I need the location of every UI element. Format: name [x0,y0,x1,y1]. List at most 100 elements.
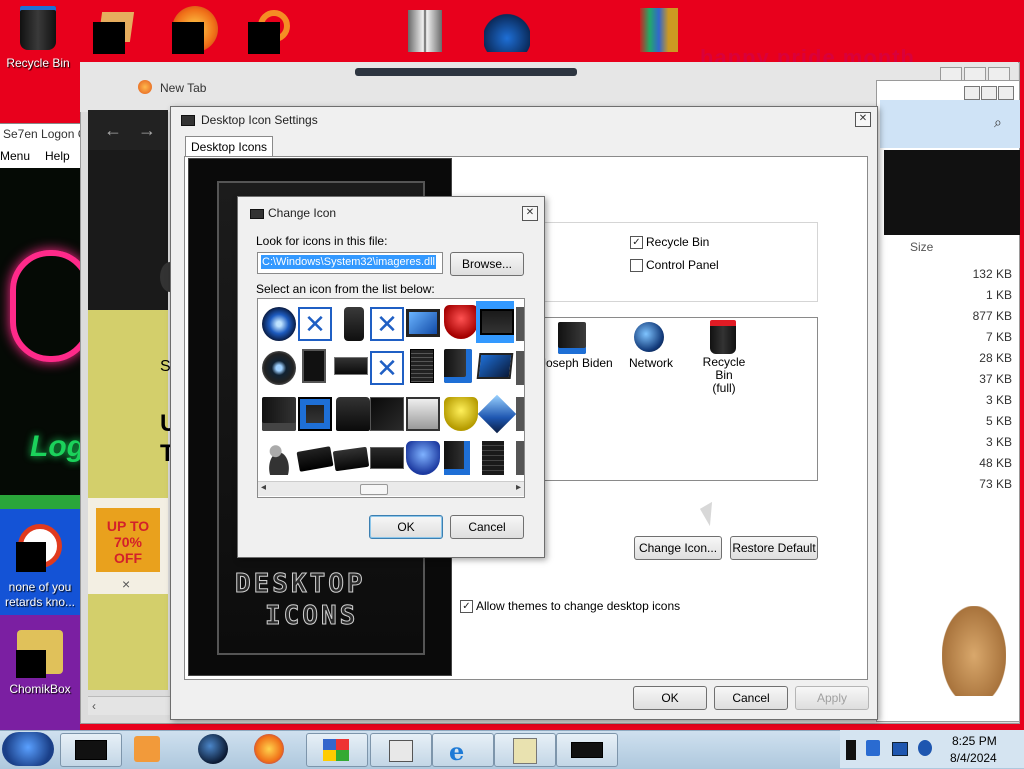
settings-apply-button[interactable]: Apply [795,686,869,710]
control-panel-checkbox-label[interactable]: Control Panel [646,258,719,272]
tray-network-icon[interactable] [918,740,932,756]
network-desktop-icon[interactable] [484,6,530,52]
scroll-right-icon[interactable]: ▸ [516,482,521,493]
joseph-biden-icon[interactable] [558,322,586,354]
taskbar-item-notes[interactable] [494,733,556,767]
taskbar-item-ie[interactable]: e [432,733,494,767]
clock-time[interactable]: 8:25 PM [952,734,997,748]
minimize-button[interactable] [940,67,962,81]
taskbar-item-desktop-icon-settings[interactable] [60,733,122,767]
display-icon[interactable] [480,309,514,335]
server-icon[interactable] [410,349,434,383]
cube-icon[interactable] [477,394,517,434]
explorer-close-button[interactable] [998,86,1014,100]
hamster-desktop-pet[interactable] [942,606,1006,696]
menu-item-menu[interactable]: Menu [0,149,30,163]
webcam-icon[interactable] [262,351,296,385]
shield-icon[interactable] [444,305,478,339]
explorer-size-header[interactable]: Size [910,240,933,254]
users-icon[interactable] [262,441,296,475]
shield-yellow-icon[interactable] [444,397,478,431]
pc-monitor-icon[interactable] [298,397,332,431]
clock-date[interactable]: 8/4/2024 [950,751,997,765]
user-tower-icon[interactable] [444,441,470,475]
dvd-drive-icon[interactable] [262,307,296,341]
dialog-titlebar[interactable]: Desktop Icon Settings ✕ [171,107,877,133]
monitor-icon [75,740,107,760]
monitor-tilt-icon[interactable] [476,353,514,379]
close-button[interactable] [988,67,1010,81]
allow-themes-checkbox[interactable]: ✓ [460,600,473,613]
card-reader-icon[interactable] [332,446,370,472]
recycle-bin-checkbox[interactable]: ✓ [630,236,643,249]
browse-button[interactable]: Browse... [450,252,524,276]
tower-icon[interactable] [302,349,326,383]
change-icon-cancel-button[interactable]: Cancel [450,515,524,539]
close-icon[interactable]: ✕ [522,206,538,221]
censored-icon-1b [93,22,125,54]
scroll-thumb[interactable] [360,484,388,495]
restore-default-button[interactable]: Restore Default [730,536,818,560]
recycle-bin-desktop-icon[interactable]: Recycle Bin [2,2,74,74]
taskbar-item-explorer[interactable] [370,733,432,767]
tab-desktop-icons[interactable]: Desktop Icons [185,136,274,157]
shield-blue-icon[interactable] [406,441,440,475]
search-icon[interactable]: ⌕ [994,114,1002,131]
tray-monitor-icon[interactable] [892,742,908,756]
drive-icon[interactable] [334,357,368,375]
missing-icon[interactable]: ✕ [298,307,332,341]
card-icon[interactable] [296,446,334,472]
phone-icon[interactable] [344,307,364,341]
change-icon-button[interactable]: Change Icon... [634,536,722,560]
doors-icon[interactable] [408,10,442,52]
back-arrow-icon[interactable]: ← [104,120,122,141]
device-icon[interactable] [370,447,404,469]
start-button[interactable] [2,732,54,766]
close-icon[interactable]: ✕ [855,112,871,127]
allow-themes-label[interactable]: Allow themes to change desktop icons [476,599,680,613]
taskbar-item-display[interactable] [556,733,618,767]
computer-user-icon[interactable] [444,349,472,383]
tray-app-icon[interactable] [866,740,880,756]
explorer-minimize-button[interactable] [964,86,980,100]
browser-tab[interactable]: New Tab [132,74,332,102]
network-icon[interactable] [634,322,664,352]
scroll-left-icon[interactable]: ◂ [261,482,266,493]
media-icon[interactable] [370,397,404,431]
control-panel-checkbox[interactable] [630,259,643,272]
desktop-icon-chomikbox[interactable]: ChomikBox [2,630,78,698]
forward-arrow-icon[interactable]: → [138,120,156,141]
censored-icon-2 [172,22,204,54]
taskbar-item-firefox[interactable] [254,734,284,764]
ad-close-icon[interactable]: × [122,576,130,592]
workstation-icon[interactable] [262,397,296,431]
missing-icon[interactable]: ✕ [370,307,404,341]
recycle-bin-full-icon[interactable] [710,320,736,354]
monitor-icon [181,115,195,126]
help-monitor-icon[interactable] [406,397,440,431]
taskbar-item-globe[interactable] [198,734,228,764]
settings-cancel-button[interactable]: Cancel [714,686,788,710]
server-tower-icon[interactable] [482,441,504,475]
ad-banner[interactable]: UP TO 70% OFF [96,508,160,572]
monitor-icon[interactable] [406,309,440,337]
file-size: 37 KB [979,372,1012,386]
icon-grid-hscroll[interactable]: ◂ ▸ [258,481,524,496]
maximize-button[interactable] [964,67,986,81]
taskbar-item-windows-app[interactable] [306,733,368,767]
scanner-icon[interactable] [336,397,370,431]
missing-icon[interactable]: ✕ [370,351,404,385]
change-icon-ok-button[interactable]: OK [369,515,443,539]
archive-icon[interactable] [640,8,678,52]
scroll-left-icon[interactable]: ‹ [92,699,96,713]
file-path-input[interactable]: C:\Windows\System32\imageres.dll [257,252,443,274]
tray-expand-icon[interactable] [846,740,856,760]
explorer-maximize-button[interactable] [981,86,997,100]
icon-grid[interactable]: ✕ ✕ ✕ ◂ ▸ [257,298,525,498]
settings-ok-button[interactable]: OK [633,686,707,710]
change-icon-titlebar[interactable]: Change Icon ✕ [238,197,544,227]
desktop-icon-none-of-you[interactable]: none of you retards kno... [2,524,78,614]
recycle-bin-checkbox-label[interactable]: Recycle Bin [646,235,709,249]
menu-item-help[interactable]: Help [45,149,70,163]
taskbar-item-media[interactable] [134,736,160,762]
